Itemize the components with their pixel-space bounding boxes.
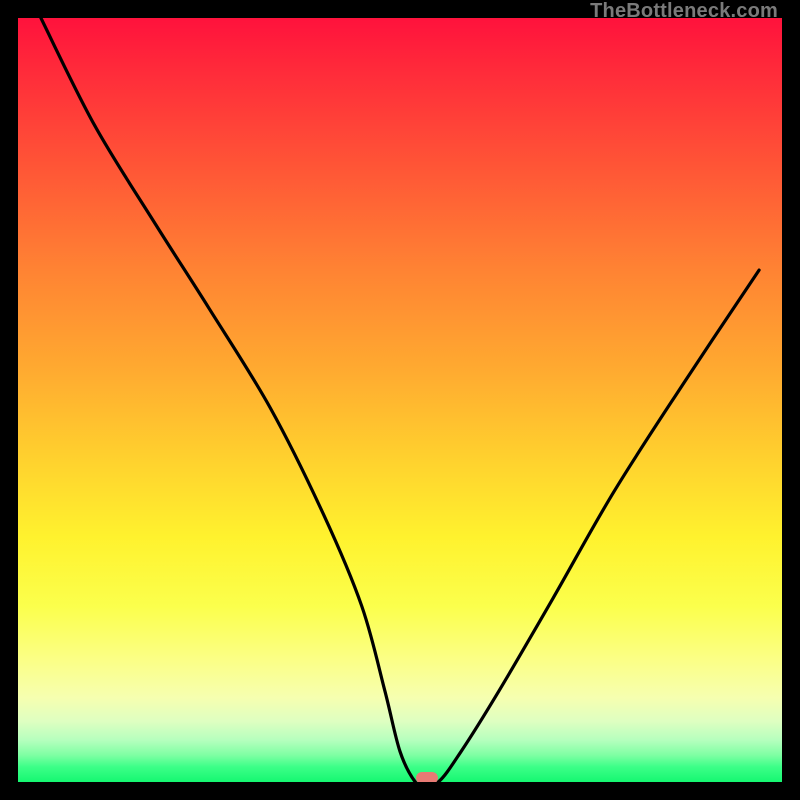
chart-frame: TheBottleneck.com: [0, 0, 800, 800]
plot-area: [18, 18, 782, 782]
bottleneck-curve: [18, 18, 782, 782]
optimal-marker: [416, 772, 438, 782]
watermark-text: TheBottleneck.com: [590, 0, 778, 23]
